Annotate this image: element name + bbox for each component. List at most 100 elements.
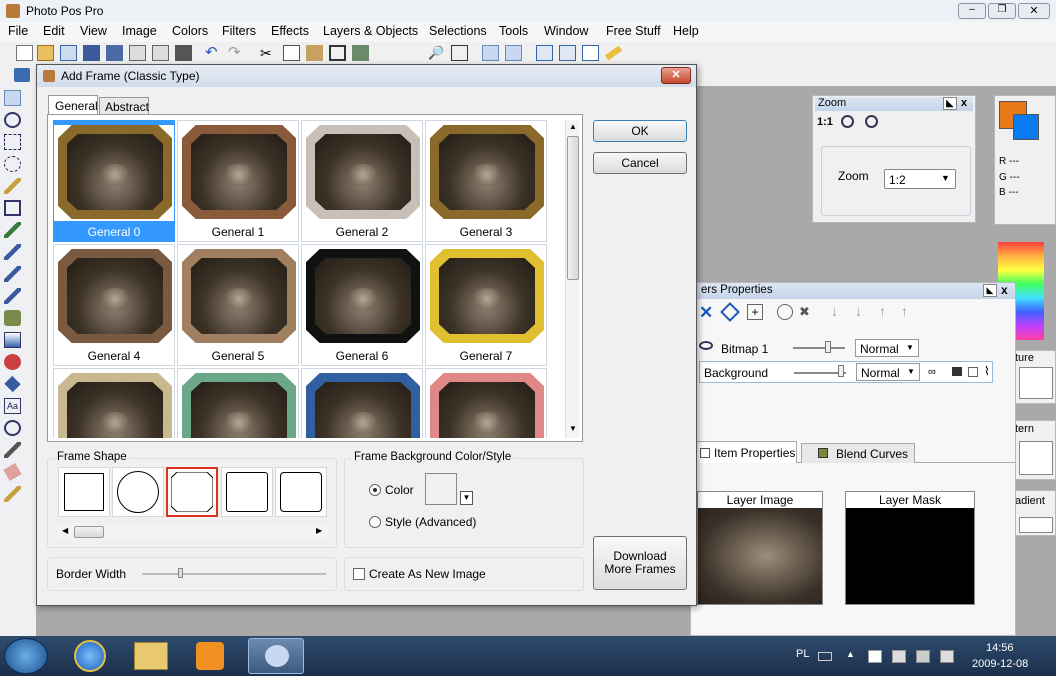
pin-icon[interactable]: ◣ [943, 97, 957, 110]
resize-icon[interactable] [451, 45, 468, 61]
zoom-select[interactable]: 1:2 ▼ [884, 169, 956, 189]
opacity-slider[interactable] [793, 347, 845, 349]
clone-icon[interactable] [4, 288, 21, 304]
open-icon[interactable] [37, 45, 54, 61]
select-tool-icon[interactable] [505, 45, 522, 61]
menu-filters[interactable]: Filters [222, 24, 256, 38]
menu-effects[interactable]: Effects [271, 24, 309, 38]
smudge-icon[interactable] [4, 486, 21, 502]
border-width-slider-handle[interactable] [178, 568, 183, 578]
layer-row[interactable]: Bitmap 1 Normal ▼ [693, 337, 993, 359]
scroll-left-icon[interactable]: ◀ [62, 526, 68, 535]
eraser-icon[interactable] [3, 463, 22, 481]
menu-selections[interactable]: Selections [429, 24, 487, 38]
menu-window[interactable]: Window [544, 24, 588, 38]
menu-tools[interactable]: Tools [499, 24, 528, 38]
language-indicator[interactable]: PL [796, 648, 809, 660]
table-icon[interactable] [536, 45, 553, 61]
layers-pin-icon[interactable]: ◣ [983, 284, 997, 297]
new-icon[interactable] [16, 45, 33, 61]
tab-general[interactable]: General [48, 95, 98, 115]
border-width-slider[interactable] [142, 573, 326, 575]
frame-thumbnail[interactable] [53, 368, 175, 438]
zoom-out-icon[interactable] [865, 115, 878, 128]
zoom-tool-icon[interactable] [4, 112, 21, 128]
explorer-icon[interactable] [134, 642, 168, 670]
menu-edit[interactable]: Edit [43, 24, 65, 38]
dialog-close-button[interactable]: ✕ [661, 67, 691, 84]
gradient-icon[interactable] [4, 332, 21, 348]
scroll-right-icon[interactable]: ▶ [316, 526, 322, 535]
menu-file[interactable]: File [8, 24, 28, 38]
dropper-icon[interactable] [4, 442, 21, 458]
close-button[interactable]: ✕ [1018, 3, 1050, 19]
airbrush-icon[interactable] [4, 266, 21, 282]
move-tool-icon[interactable] [4, 90, 21, 106]
menu-free-stuff[interactable]: Free Stuff [606, 24, 661, 38]
crop-tool-icon[interactable] [4, 200, 21, 216]
layer-row-selected[interactable]: Background Normal ▼ ∞ ⌇ [699, 361, 993, 383]
merge-layer-icon[interactable] [777, 304, 793, 320]
tray-up-arrow-icon[interactable]: ▲ [846, 649, 855, 659]
frame-thumbnail[interactable]: General 7 [425, 244, 547, 366]
window-icon[interactable] [582, 45, 599, 61]
tray-flag-icon[interactable] [868, 650, 882, 663]
tray-network-icon[interactable] [916, 650, 930, 663]
scroll-down-icon[interactable]: ▼ [569, 424, 577, 433]
save-icon[interactable] [83, 45, 100, 61]
clock-time[interactable]: 14:56 [986, 642, 1014, 654]
stamp-icon[interactable] [4, 310, 21, 326]
menu-colors[interactable]: Colors [172, 24, 208, 38]
restore-button[interactable]: ❐ [988, 3, 1016, 19]
frame-thumbnail[interactable] [425, 368, 547, 438]
frames-scrollbar[interactable]: ▲ ▼ [565, 120, 579, 438]
shape-rounded[interactable] [221, 467, 273, 517]
retouch-icon[interactable] [4, 354, 21, 370]
fill-icon[interactable] [4, 375, 21, 393]
ie-icon[interactable] [74, 640, 106, 672]
add-layer-icon[interactable]: + [747, 304, 763, 320]
shape-rounded-2[interactable] [275, 467, 327, 517]
zoom-1-1-button[interactable]: 1:1 [817, 116, 833, 128]
frame-thumbnail[interactable]: General 4 [53, 244, 175, 366]
glasses-icon[interactable]: ∞ [928, 366, 936, 378]
color-dropdown-button[interactable]: ▼ [460, 491, 473, 505]
move-top-icon[interactable]: ↑ [901, 303, 908, 319]
tab-abstract[interactable]: Abstract [99, 97, 149, 115]
undo-icon[interactable]: ↶ [205, 45, 222, 61]
opacity-slider-handle[interactable] [838, 365, 844, 377]
gradient-swatch[interactable] [1019, 517, 1053, 533]
download-more-frames-button[interactable]: Download More Frames [593, 536, 687, 590]
pattern-swatch[interactable] [1019, 441, 1053, 475]
keyboard-icon[interactable] [818, 652, 832, 661]
link-icon[interactable] [968, 367, 978, 377]
tab-item-properties[interactable]: Item Properties [695, 441, 797, 463]
shape-rectangle[interactable] [58, 467, 110, 517]
texture-swatch[interactable] [1019, 367, 1053, 399]
scrollbar-thumb[interactable] [74, 526, 104, 538]
menu-view[interactable]: View [80, 24, 107, 38]
shape-circle[interactable] [112, 467, 164, 517]
crop-icon[interactable] [329, 45, 346, 61]
print-icon[interactable] [129, 45, 146, 61]
camera-icon[interactable] [175, 45, 192, 61]
lock-icon[interactable] [952, 367, 962, 376]
tab-blend-curves[interactable]: Blend Curves [801, 443, 915, 463]
tool-options-icon[interactable] [14, 68, 30, 82]
menu-image[interactable]: Image [122, 24, 157, 38]
delete-layer-icon[interactable]: ✕ [699, 303, 713, 323]
scrollbar-thumb[interactable] [567, 136, 579, 280]
cut-icon[interactable]: ✂ [260, 45, 277, 61]
frame-thumbnail[interactable]: General 1 [177, 120, 299, 242]
shape-scrollbar[interactable]: ◀ ▶ [58, 525, 328, 539]
chain-icon[interactable]: ⌇ [984, 364, 990, 378]
frame-thumbnail[interactable]: General 0 [53, 120, 175, 242]
move-up-icon[interactable]: ↑ [879, 303, 886, 319]
layers-close-icon[interactable]: x [1001, 283, 1008, 297]
tools-icon[interactable] [482, 45, 499, 61]
ruler-icon[interactable] [604, 45, 623, 61]
volume-muted-icon[interactable] [940, 650, 954, 663]
print-setup-icon[interactable] [152, 45, 169, 61]
frame-thumbnail[interactable]: General 5 [177, 244, 299, 366]
menu-help[interactable]: Help [673, 24, 699, 38]
